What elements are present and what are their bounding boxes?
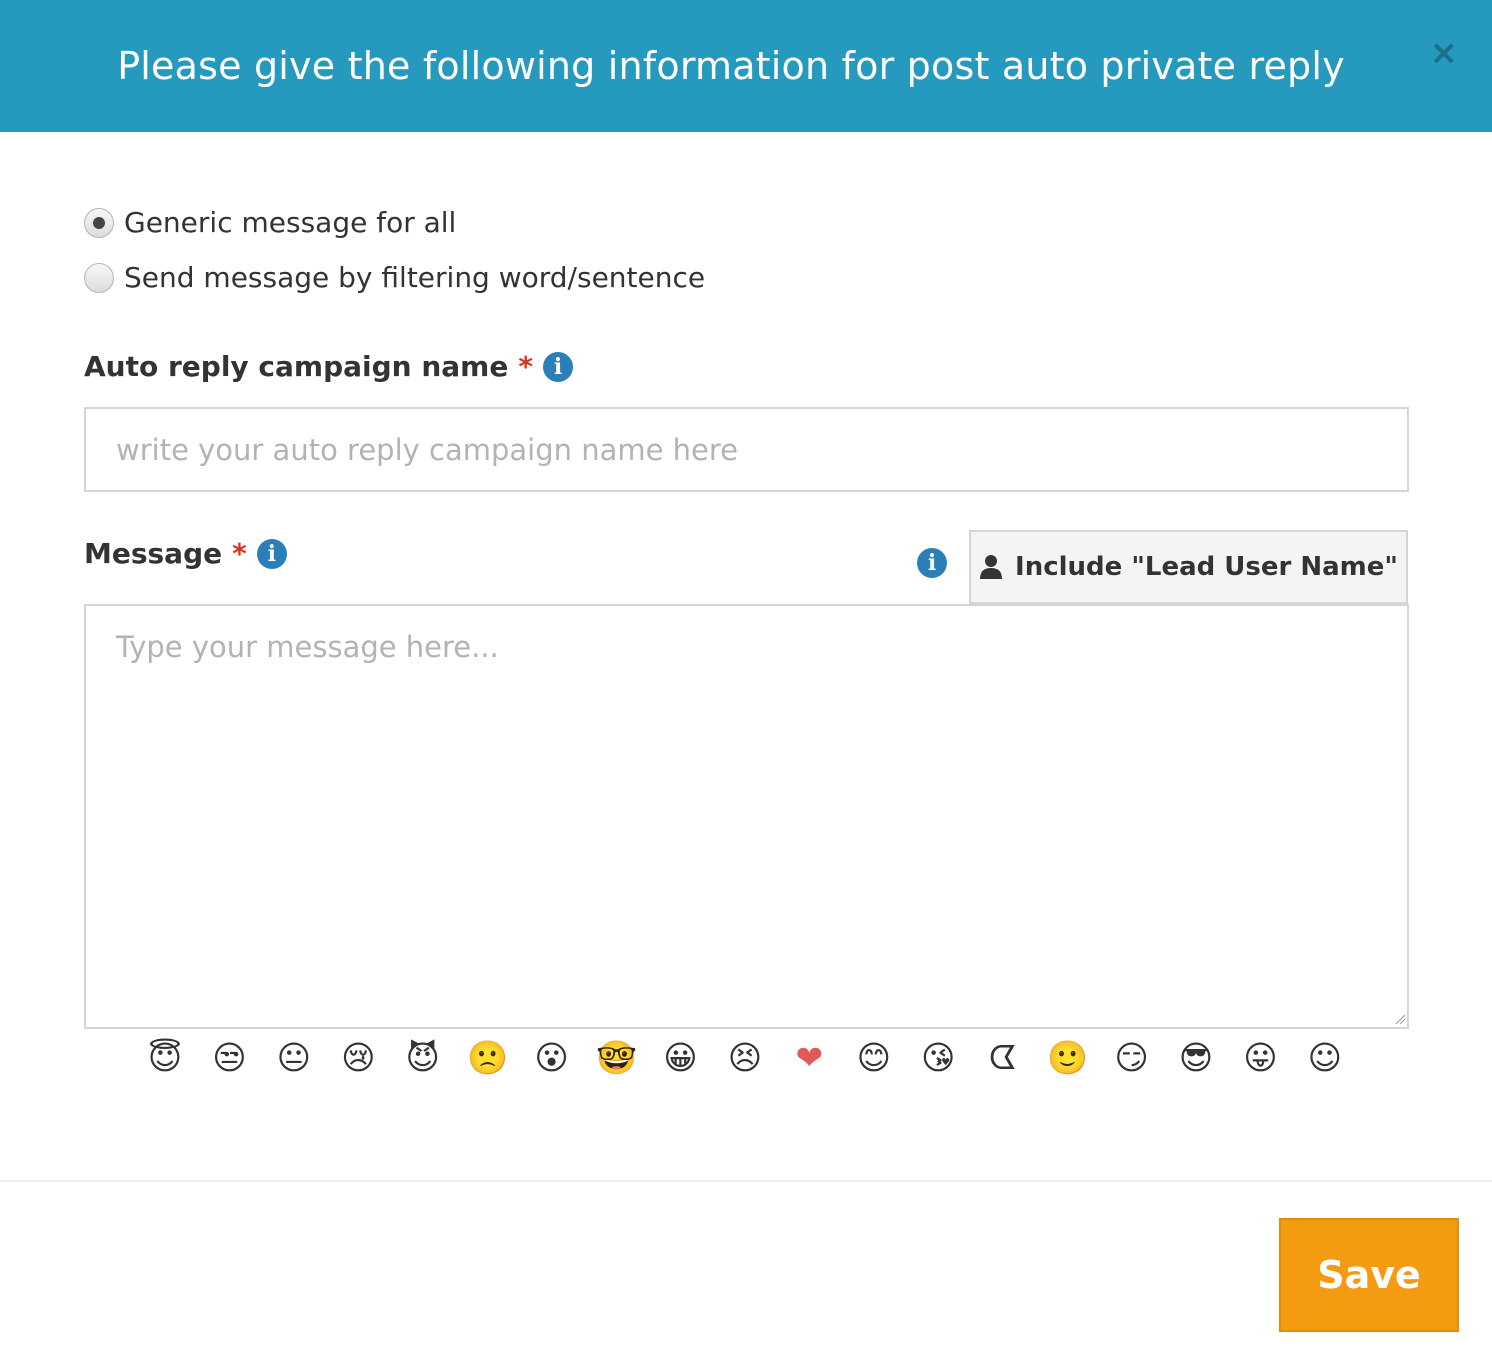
modal-header: Please give the following information fo…: [0, 0, 1492, 132]
neutral-emoji[interactable]: 😐: [274, 1038, 314, 1078]
campaign-name-input[interactable]: [84, 407, 1409, 492]
radio-button-filter[interactable]: [84, 262, 114, 293]
footer-divider: [0, 1180, 1492, 1182]
angel-emoji[interactable]: 😇: [145, 1038, 185, 1078]
pouting-emoji[interactable]: 😒: [209, 1038, 249, 1078]
include-lead-user-name-button[interactable]: Include "Lead User Name": [969, 530, 1408, 604]
info-icon[interactable]: i: [543, 351, 573, 382]
radio-filter-message[interactable]: Send message by filtering word/sentence: [84, 261, 705, 294]
include-info-icon[interactable]: i: [917, 548, 947, 578]
message-textarea[interactable]: [84, 604, 1409, 1029]
pacman-emoji[interactable]: ᗧ: [983, 1038, 1023, 1078]
smile-emoji[interactable]: 🙂: [1047, 1038, 1088, 1078]
radio-generic-message[interactable]: Generic message for all: [84, 206, 456, 239]
sunglasses-emoji[interactable]: 😎: [1176, 1038, 1216, 1078]
save-button[interactable]: Save: [1279, 1218, 1459, 1332]
upset-emoji[interactable]: ☺: [1305, 1038, 1345, 1078]
modal-title: Please give the following information fo…: [117, 44, 1345, 88]
grumpy-emoji[interactable]: 😣: [725, 1038, 765, 1078]
resize-handle-icon[interactable]: [1394, 1013, 1406, 1025]
user-icon: [980, 555, 1003, 579]
include-button-label: Include "Lead User Name": [1015, 552, 1398, 582]
tongue-emoji[interactable]: 😛: [1240, 1038, 1280, 1078]
squint-emoji[interactable]: 😏: [1112, 1038, 1152, 1078]
campaign-name-label-text: Auto reply campaign name: [84, 350, 509, 383]
kiki-emoji[interactable]: 😊: [854, 1038, 894, 1078]
gasp-emoji[interactable]: 😮: [532, 1038, 572, 1078]
message-label-text: Message: [84, 537, 223, 570]
info-icon[interactable]: i: [256, 538, 287, 569]
frown-emoji[interactable]: 🙁: [467, 1038, 508, 1078]
kiss-emoji[interactable]: 😘: [918, 1038, 958, 1078]
radio-label-generic: Generic message for all: [124, 206, 457, 239]
glasses-emoji[interactable]: 🤓: [596, 1038, 637, 1078]
radio-label-filter: Send message by filtering word/sentence: [124, 261, 706, 294]
campaign-name-label: Auto reply campaign name * i: [84, 350, 573, 383]
heart-emoji[interactable]: ❤: [789, 1038, 829, 1078]
required-asterisk: *: [232, 537, 247, 570]
required-asterisk: *: [518, 350, 533, 383]
crying-emoji[interactable]: 😢: [338, 1038, 378, 1078]
message-label: Message * i: [84, 537, 287, 570]
devil-emoji[interactable]: 😈: [403, 1038, 443, 1078]
close-icon[interactable]: ×: [1430, 36, 1459, 70]
grin-emoji[interactable]: 😀: [661, 1038, 701, 1078]
radio-button-generic[interactable]: [84, 207, 114, 238]
emoji-picker: 😇 😒 😐 😢 😈 🙁 😮 🤓 😀 😣 ❤ 😊 😘 ᗧ 🙂 😏 😎 😛 ☺: [145, 1038, 1345, 1078]
